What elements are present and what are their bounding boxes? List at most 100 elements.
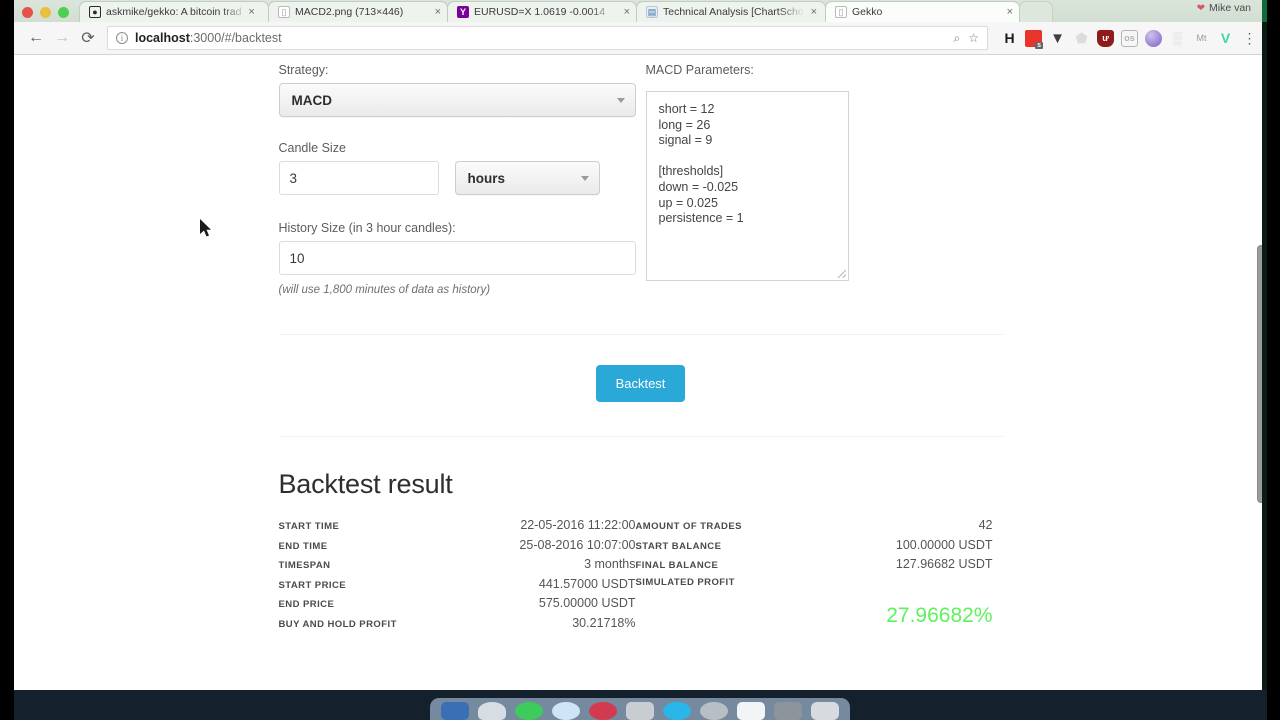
close-window-button[interactable] bbox=[22, 7, 33, 18]
lastfm-icon[interactable]: os bbox=[1121, 29, 1138, 47]
dock-icon[interactable] bbox=[551, 702, 580, 720]
file-icon: ▯ bbox=[835, 6, 847, 18]
dock-icon[interactable] bbox=[700, 702, 729, 720]
dock-icon[interactable] bbox=[477, 702, 506, 720]
ublock-icon[interactable]: ư bbox=[1097, 29, 1114, 47]
dock-icon[interactable] bbox=[440, 702, 469, 720]
dock-icon[interactable] bbox=[774, 702, 803, 720]
back-button[interactable]: ← bbox=[23, 25, 49, 51]
reload-button[interactable]: ⟳ bbox=[75, 25, 101, 51]
url-host: localhost bbox=[135, 31, 190, 45]
tab-close-icon[interactable]: × bbox=[624, 6, 630, 18]
table-row: START BALANCE 100.00000 USDT bbox=[636, 538, 993, 558]
new-tab-button[interactable] bbox=[1019, 1, 1053, 22]
extensions-bar: H ▼ ⬟ ư os ▒ Mt V ⋮ bbox=[994, 29, 1258, 49]
tab-label: askmike/gekko: A bitcoin trad bbox=[106, 6, 242, 18]
resize-grip-icon[interactable] bbox=[837, 270, 846, 278]
browser-window: ● askmike/gekko: A bitcoin trad × ▯ MACD… bbox=[14, 0, 1267, 690]
pocket-icon[interactable]: ▼ bbox=[1049, 30, 1066, 47]
metamask-icon[interactable]: Mt bbox=[1193, 30, 1210, 47]
strategy-select[interactable]: MACD bbox=[278, 83, 636, 117]
history-size-input[interactable]: 10 bbox=[278, 241, 636, 275]
search-icon[interactable]: ⌕ bbox=[954, 31, 961, 46]
vue-devtools-icon[interactable]: V bbox=[1217, 30, 1234, 47]
browser-tab-technical-analysis[interactable]: ▤ Technical Analysis [ChartScho × bbox=[636, 1, 826, 22]
gekko-backtest-page: Strategy: MACD Candle Size 3 hours Histo… bbox=[14, 55, 1267, 690]
macos-dock[interactable] bbox=[430, 698, 850, 720]
candle-size-input[interactable]: 3 bbox=[278, 161, 439, 195]
candle-unit-select[interactable]: hours bbox=[454, 161, 600, 195]
result-key: TIMESPAN bbox=[278, 560, 331, 571]
screenshot-icon[interactable] bbox=[1025, 29, 1044, 49]
result-value: 575.00000 USDT bbox=[538, 596, 636, 610]
dock-icon[interactable] bbox=[811, 702, 840, 720]
file-icon: ▯ bbox=[278, 6, 290, 18]
result-value: 127.96682 USDT bbox=[895, 557, 993, 571]
divider bbox=[278, 436, 1003, 437]
result-key: START BALANCE bbox=[635, 540, 722, 552]
site-info-icon[interactable]: i bbox=[116, 32, 128, 44]
page-container: Strategy: MACD Candle Size 3 hours Histo… bbox=[278, 55, 1003, 635]
url-path: :3000/#/backtest bbox=[189, 31, 282, 45]
tab-close-icon[interactable]: × bbox=[1007, 6, 1013, 18]
profile-avatar-icon: ❤ bbox=[1196, 2, 1205, 14]
chart-icon: ▤ bbox=[646, 6, 658, 18]
dock-icon[interactable] bbox=[737, 702, 766, 720]
tab-close-icon[interactable]: × bbox=[435, 6, 441, 18]
result-key: START PRICE bbox=[278, 579, 347, 591]
result-column-left: START TIME 22-05-2016 11:22:00 END TIME … bbox=[279, 518, 636, 635]
browser-tab-gekko[interactable]: ▯ Gekko × bbox=[825, 1, 1020, 22]
ghostery-icon[interactable]: ⬟ bbox=[1073, 30, 1090, 47]
tab-label: Technical Analysis [ChartScho bbox=[663, 6, 804, 18]
table-row: AMOUNT OF TRADES 42 bbox=[636, 518, 993, 538]
minimize-window-button[interactable] bbox=[40, 7, 51, 18]
desktop-background bbox=[0, 690, 1280, 720]
result-value: 22-05-2016 11:22:00 bbox=[520, 518, 636, 532]
backtest-button[interactable]: Backtest bbox=[595, 365, 686, 402]
dock-icon[interactable] bbox=[588, 702, 617, 720]
window-controls[interactable] bbox=[14, 7, 79, 22]
table-row: END TIME 25-08-2016 10:07:00 bbox=[279, 538, 636, 558]
dock-icon[interactable] bbox=[663, 702, 691, 720]
table-row: TIMESPAN 3 months bbox=[279, 557, 636, 577]
chevron-down-icon bbox=[580, 176, 589, 181]
table-row: SIMULATED PROFIT bbox=[636, 577, 993, 597]
maximize-window-button[interactable] bbox=[58, 7, 69, 18]
backtest-result-title: Backtest result bbox=[278, 469, 453, 499]
backtest-button-wrap: Backtest bbox=[279, 335, 1003, 436]
hypothesis-icon[interactable]: H bbox=[1001, 30, 1018, 47]
result-value: 3 months bbox=[584, 557, 636, 571]
orb-icon[interactable] bbox=[1145, 29, 1162, 47]
dock-icon[interactable] bbox=[514, 702, 543, 720]
config-left-column: Strategy: MACD Candle Size 3 hours Histo… bbox=[278, 63, 636, 296]
qrcode-icon[interactable]: ▒ bbox=[1169, 30, 1186, 47]
history-hint: (will use 1,800 minutes of data as histo… bbox=[278, 284, 491, 296]
tab-label: Gekko bbox=[852, 6, 883, 18]
tab-close-icon[interactable]: × bbox=[248, 6, 254, 18]
result-value: 100.00000 USDT bbox=[895, 537, 993, 552]
result-key: START TIME bbox=[278, 521, 340, 532]
tab-label: EURUSD=X 1.0619 -0.0014 bbox=[474, 6, 606, 18]
macd-parameters-label: MACD Parameters: bbox=[645, 63, 754, 77]
browser-tab-github[interactable]: ● askmike/gekko: A bitcoin trad × bbox=[79, 1, 269, 22]
bookmark-star-icon[interactable]: ☆ bbox=[968, 31, 979, 45]
mouse-cursor bbox=[200, 219, 211, 237]
backtest-result-table: START TIME 22-05-2016 11:22:00 END TIME … bbox=[279, 518, 1003, 635]
macd-parameters-textarea[interactable]: short = 12 long = 26 signal = 9 [thresho… bbox=[645, 91, 849, 281]
table-row: FINAL BALANCE 127.96682 USDT bbox=[636, 557, 993, 577]
address-bar[interactable]: i localhost :3000/#/backtest ⌕ ☆ bbox=[107, 26, 988, 50]
yahoo-icon: Y bbox=[457, 6, 469, 18]
dock-icon[interactable] bbox=[625, 702, 654, 720]
browser-profile[interactable]: ❤ Mike van bbox=[1197, 2, 1251, 14]
history-size-label: History Size (in 3 hour candles): bbox=[278, 221, 456, 235]
forward-button[interactable]: → bbox=[49, 25, 75, 51]
browser-tab-macd2-png[interactable]: ▯ MACD2.png (713×446) × bbox=[268, 1, 448, 22]
browser-tab-eurusd[interactable]: Y EURUSD=X 1.0619 -0.0014 × bbox=[447, 1, 637, 22]
chrome-menu-icon[interactable]: ⋮ bbox=[1241, 30, 1258, 47]
table-row: START TIME 22-05-2016 11:22:00 bbox=[279, 518, 636, 538]
tab-strip: ● askmike/gekko: A bitcoin trad × ▯ MACD… bbox=[14, 0, 1267, 22]
candle-unit-value: hours bbox=[467, 170, 506, 186]
candle-size-label: Candle Size bbox=[278, 141, 346, 155]
tab-close-icon[interactable]: × bbox=[811, 6, 817, 18]
result-column-right: AMOUNT OF TRADES 42 START BALANCE 100.00… bbox=[636, 518, 993, 635]
